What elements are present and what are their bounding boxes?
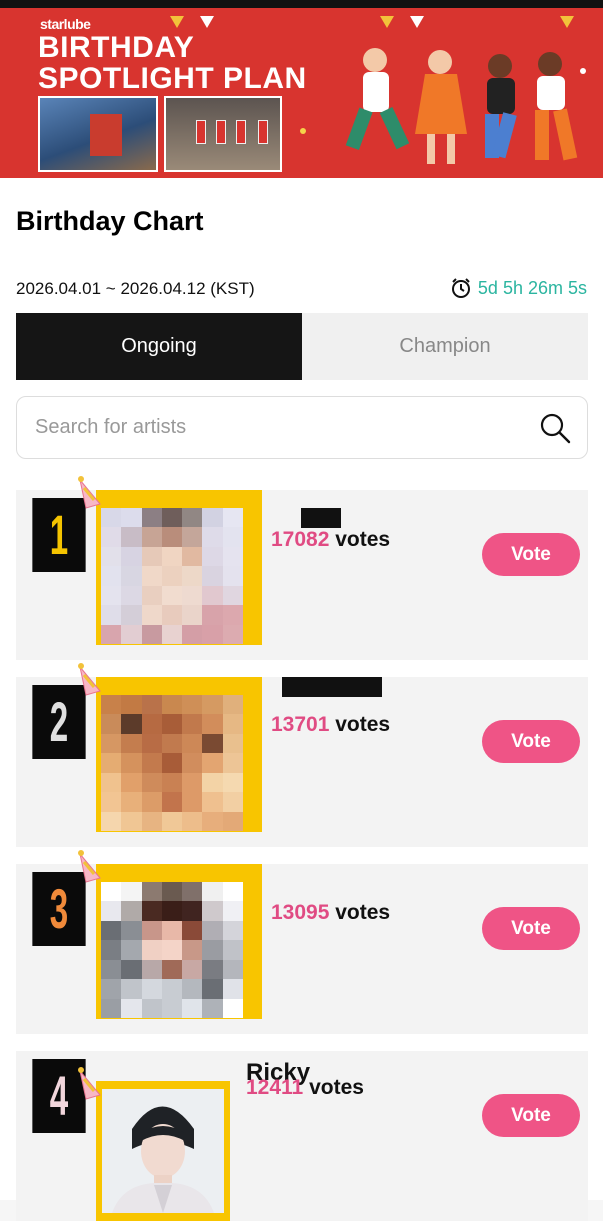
bunting-flag	[410, 16, 424, 28]
search-box	[16, 396, 588, 459]
tab-ongoing[interactable]: Ongoing	[16, 313, 302, 380]
date-range: 2026.04.01 ~ 2026.04.12 (KST)	[16, 279, 255, 298]
vote-count: 13095 votes	[271, 901, 390, 925]
ranking-row[interactable]: 3 13095 votes Vote	[16, 850, 588, 1034]
vote-number: 13095	[271, 901, 330, 924]
redacted-name	[282, 677, 382, 697]
confetti	[580, 68, 586, 74]
bunting-flag	[200, 16, 214, 28]
search-input[interactable]	[35, 416, 539, 439]
bunting-flag	[560, 16, 574, 28]
vote-count: 12411 votes	[246, 1076, 364, 1100]
party-hat-icon	[78, 850, 101, 883]
party-people-illustration	[345, 48, 578, 164]
artist-photo[interactable]	[102, 1089, 224, 1213]
vote-label: votes	[309, 1076, 364, 1099]
page-title: Birthday Chart	[16, 206, 204, 236]
vote-button[interactable]: Vote	[482, 720, 580, 763]
artist-photo[interactable]	[101, 508, 243, 644]
status-bar	[0, 0, 603, 8]
main-content: Birthday Chart 2026.04.01 ~ 2026.04.12 (…	[0, 178, 603, 1221]
bunting-flag	[380, 16, 394, 28]
status-tabs: Ongoing Champion	[16, 313, 588, 380]
vote-label: votes	[335, 528, 391, 551]
ranking-row[interactable]: 2 13701 votes Vote	[16, 663, 588, 847]
billboard-photo	[38, 96, 158, 172]
party-hat-icon	[78, 476, 101, 509]
rank-number: 1	[49, 503, 69, 567]
promo-banner[interactable]: starlube BIRTHDAY SPOTLIGHT PLAN	[0, 8, 603, 178]
countdown-timer: 5d 5h 26m 5s	[450, 277, 587, 299]
ranking-row[interactable]: 1 17082 votes Vote	[16, 476, 588, 660]
vote-button[interactable]: Vote	[482, 907, 580, 950]
vote-button[interactable]: Vote	[482, 533, 580, 576]
vote-count: 17082 votes	[271, 528, 390, 552]
party-hat-icon	[78, 663, 101, 696]
search-icon[interactable]	[539, 412, 571, 444]
vote-label: votes	[335, 901, 391, 924]
vote-number: 17082	[271, 528, 330, 551]
banner-title: BIRTHDAY SPOTLIGHT PLAN	[38, 32, 307, 94]
ranking-row[interactable]: 4 Ricky 12411 votes Vote	[16, 1051, 588, 1221]
vote-count: 13701 votes	[271, 713, 390, 737]
vote-label: votes	[335, 713, 391, 736]
confetti	[300, 128, 306, 134]
subway-ad-photo	[164, 96, 282, 172]
rank-number: 2	[49, 690, 69, 754]
rank-number: 4	[49, 1064, 69, 1128]
vote-button[interactable]: Vote	[482, 1094, 580, 1137]
artist-photo[interactable]	[101, 882, 243, 1018]
rank-number: 3	[49, 877, 69, 941]
countdown-value: 5d 5h 26m 5s	[477, 277, 587, 298]
vote-number: 13701	[271, 713, 330, 736]
bunting-flag	[170, 16, 184, 28]
artist-photo[interactable]	[101, 695, 243, 831]
vote-number: 12411	[246, 1076, 304, 1099]
party-hat-icon	[78, 1067, 101, 1100]
brand-logo: starlube	[40, 16, 91, 32]
alarm-clock-icon	[451, 278, 470, 298]
banner-title-line2: SPOTLIGHT PLAN	[38, 62, 307, 95]
redacted-name	[301, 508, 341, 528]
banner-title-line1: BIRTHDAY	[38, 31, 195, 64]
tab-champion[interactable]: Champion	[302, 313, 588, 380]
